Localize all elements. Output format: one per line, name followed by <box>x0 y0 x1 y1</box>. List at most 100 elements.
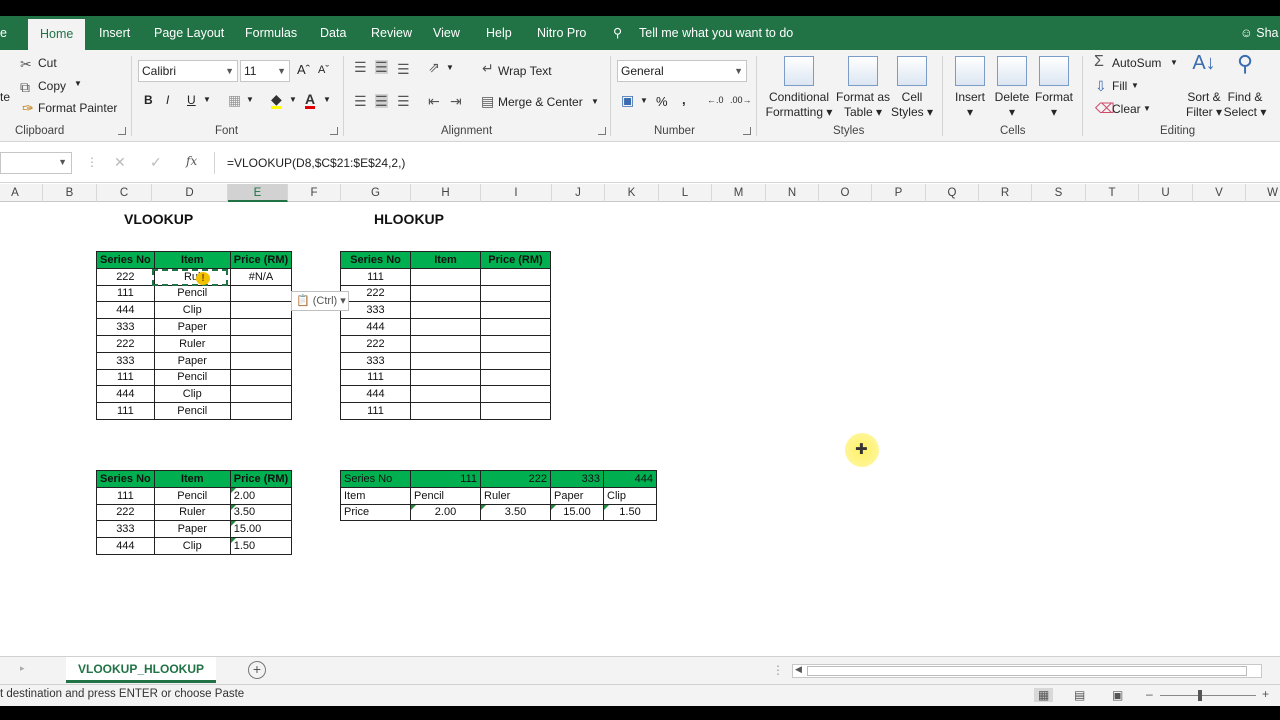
table-header-cell[interactable]: Item <box>410 251 481 269</box>
table-cell[interactable]: 333 <box>340 351 411 370</box>
tab-insert[interactable]: Insert <box>97 16 132 50</box>
merge-center-button[interactable]: Merge & Center <box>498 95 583 109</box>
table-cell[interactable]: 222 <box>340 284 411 303</box>
alignment-launcher-icon[interactable] <box>598 127 606 135</box>
table-cell[interactable]: Ruler <box>480 486 551 505</box>
clear-button[interactable]: Clear <box>1112 102 1141 116</box>
table-cell[interactable]: 444 <box>96 537 155 555</box>
column-header-s[interactable]: S <box>1032 184 1086 202</box>
scrollbar-thumb[interactable] <box>807 666 1247 676</box>
orientation-icon[interactable]: ⇗ <box>428 60 440 74</box>
conditional-formatting-button[interactable]: Conditional Formatting ▾ <box>764 56 834 120</box>
table-cell[interactable]: 3.50 <box>480 503 551 522</box>
table-cell[interactable]: 1.50 <box>603 503 657 522</box>
table-cell[interactable]: 222 <box>96 267 155 286</box>
table-cell[interactable] <box>229 284 293 303</box>
column-header-w[interactable]: W <box>1246 184 1280 202</box>
table-cell[interactable]: Paper <box>153 351 231 370</box>
fill-button[interactable]: Fill <box>1112 79 1127 93</box>
table-cell[interactable]: 2.00 <box>229 486 293 505</box>
table-cell[interactable]: Paper <box>153 520 231 539</box>
paste-options-button[interactable]: 📋 (Ctrl) ▾ <box>291 291 349 311</box>
table-header-cell[interactable]: Price (RM) <box>229 470 293 488</box>
chevron-down-icon[interactable]: ▼ <box>246 95 254 104</box>
table-cell[interactable]: 222 <box>340 334 411 353</box>
table-cell[interactable]: 444 <box>96 301 155 320</box>
borders-icon[interactable]: ▦ <box>228 93 241 107</box>
add-sheet-icon[interactable]: + <box>248 661 266 679</box>
table-cell[interactable] <box>410 351 481 370</box>
zoom-in-icon[interactable]: + <box>1262 687 1269 701</box>
column-header-b[interactable]: B <box>43 184 97 202</box>
find-select-button[interactable]: ⚲ Find & Select ▾ <box>1222 53 1268 120</box>
table-cell[interactable] <box>480 284 551 303</box>
align-top-icon[interactable]: ☰ <box>354 60 367 74</box>
font-color-icon[interactable]: A <box>305 92 316 109</box>
tab-view[interactable]: View <box>431 16 462 50</box>
decrease-font-icon[interactable]: Aˇ <box>318 64 329 76</box>
table-cell[interactable] <box>229 351 293 370</box>
cell-styles-button[interactable]: Cell Styles ▾ <box>890 56 934 120</box>
font-name-combo[interactable]: Calibri ▼ <box>138 60 238 82</box>
column-header-j[interactable]: J <box>552 184 605 202</box>
table-header-cell[interactable]: Price (RM) <box>480 251 551 269</box>
table-cell[interactable]: 15.00 <box>229 520 293 539</box>
table-cell[interactable]: 222 <box>96 334 155 353</box>
format-cells-button[interactable]: Format ▾ <box>1034 56 1074 120</box>
column-header-q[interactable]: Q <box>926 184 979 202</box>
column-header-a[interactable]: A <box>0 184 43 202</box>
column-header-m[interactable]: M <box>712 184 766 202</box>
table-cell[interactable]: 444 <box>340 318 411 336</box>
table-cell[interactable]: Ruler <box>153 334 231 353</box>
table-cell[interactable]: 444 <box>340 385 411 404</box>
table-cell[interactable]: 1.50 <box>229 537 293 555</box>
tab-nitro-pro[interactable]: Nitro Pro <box>535 16 588 50</box>
table-cell[interactable]: Ruler <box>153 503 231 522</box>
cancel-icon[interactable]: ✕ <box>114 154 126 171</box>
table-cell[interactable]: Pencil <box>153 486 231 505</box>
column-header-g[interactable]: G <box>341 184 411 202</box>
increase-indent-icon[interactable]: ⇥ <box>450 94 462 108</box>
table-cell[interactable] <box>410 267 481 286</box>
align-left-icon[interactable]: ☰ <box>354 94 367 108</box>
page-break-view-icon[interactable]: ▣ <box>1112 688 1123 702</box>
column-header-h[interactable]: H <box>411 184 481 202</box>
table-cell[interactable]: Pencil <box>153 402 231 420</box>
increase-decimal-icon[interactable]: ←.0 <box>707 95 724 105</box>
tab-file-fragment[interactable]: e <box>0 16 9 50</box>
table-cell[interactable] <box>410 368 481 387</box>
table-header-cell[interactable]: Item <box>153 470 231 488</box>
table-cell[interactable]: 333 <box>96 520 155 539</box>
italic-button[interactable]: I <box>166 93 169 107</box>
format-painter-button[interactable]: Format Painter <box>38 101 117 115</box>
chevron-down-icon[interactable]: ▼ <box>591 97 599 106</box>
sheet-tab-vlookup-hlookup[interactable]: VLOOKUP_HLOOKUP <box>66 657 216 683</box>
table-cell[interactable] <box>480 267 551 286</box>
table-cell[interactable] <box>229 318 293 336</box>
paste-button[interactable]: te <box>0 90 10 104</box>
horizontal-scrollbar[interactable]: ◀ <box>792 664 1262 678</box>
zoom-slider-handle[interactable] <box>1198 690 1202 701</box>
table-header-cell[interactable]: 111 <box>410 470 481 488</box>
table-header-cell[interactable]: Series No <box>96 251 155 269</box>
enter-icon[interactable]: ✓ <box>150 154 162 171</box>
table-cell[interactable]: 15.00 <box>550 503 604 522</box>
sort-filter-button[interactable]: A↓ Sort & Filter ▾ <box>1182 53 1226 120</box>
chevron-down-icon[interactable]: ▼ <box>1143 104 1151 113</box>
table-cell[interactable]: 2.00 <box>410 503 481 522</box>
table-cell[interactable]: 111 <box>340 402 411 420</box>
table-cell[interactable]: 3.50 <box>229 503 293 522</box>
tab-home[interactable]: Home <box>28 19 86 50</box>
table-header-cell[interactable]: 222 <box>480 470 551 488</box>
cut-button[interactable]: Cut <box>38 56 57 70</box>
currency-icon[interactable]: ▣ <box>621 93 634 107</box>
formula-input[interactable]: =VLOOKUP(D8,$C$21:$E$24,2,) <box>214 152 1280 174</box>
column-header-o[interactable]: O <box>819 184 872 202</box>
font-size-combo[interactable]: 11 ▼ <box>240 60 290 82</box>
worksheet[interactable]: VLOOKUP HLOOKUP Series No Item Price (RM) 2… <box>0 202 1280 654</box>
autosum-button[interactable]: AutoSum <box>1112 56 1161 70</box>
table-header-cell[interactable]: Price (RM) <box>229 251 293 269</box>
share-button[interactable]: ☺ Sha <box>1240 16 1279 50</box>
column-header-n[interactable]: N <box>766 184 819 202</box>
table-cell[interactable]: Paper <box>153 318 231 336</box>
